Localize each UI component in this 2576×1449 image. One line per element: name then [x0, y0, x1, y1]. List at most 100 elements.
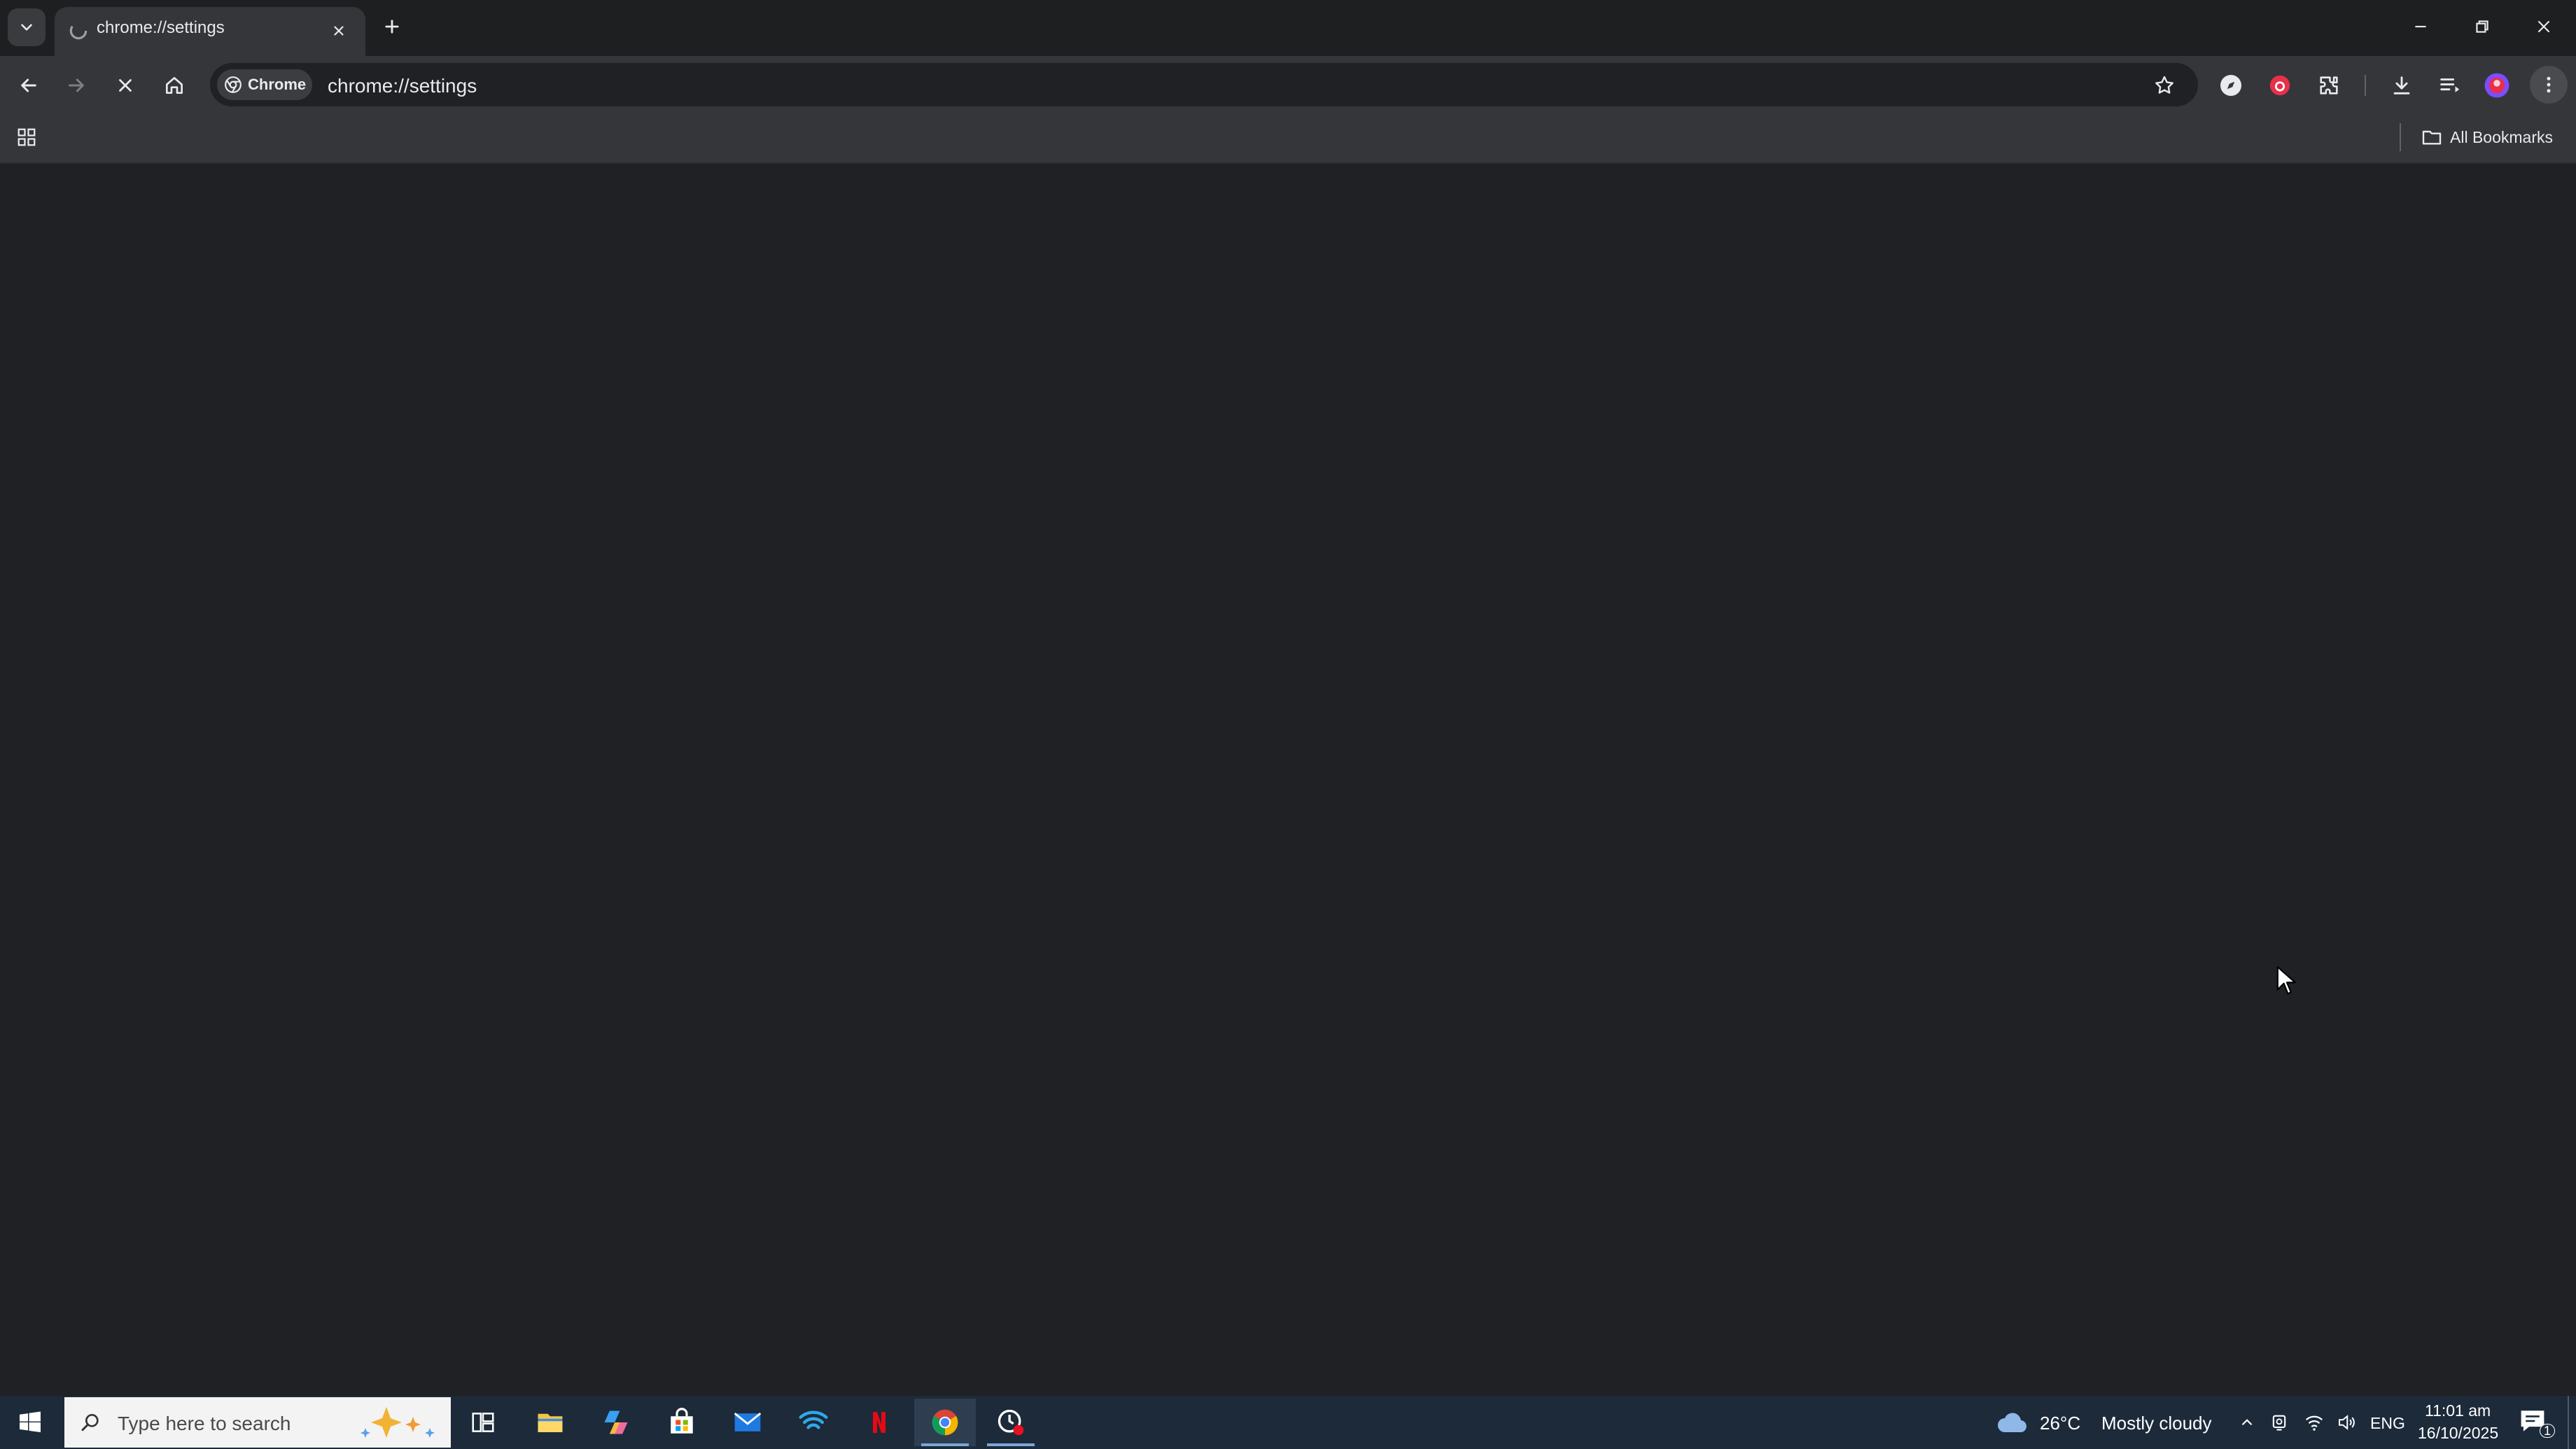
stop-loading-button[interactable]: [109, 69, 141, 102]
search-icon: [81, 1414, 99, 1432]
screen: chrome://settings Chrome chrome://settin…: [0, 0, 2576, 1449]
volume-button[interactable]: [2334, 1410, 2359, 1435]
bookmarks-bar: All Bookmarks: [0, 113, 2576, 164]
clock-date: 16/10/2025: [2418, 1424, 2499, 1442]
reading-list-button[interactable]: [2433, 69, 2465, 102]
speaker-icon: [2339, 1415, 2355, 1430]
copilot-icon: [604, 1410, 628, 1434]
close-window-button[interactable]: [2523, 10, 2565, 43]
minimize-button[interactable]: [2400, 10, 2442, 43]
active-app-indicator: [921, 1443, 969, 1446]
microsoft-store-button[interactable]: [651, 1399, 713, 1446]
task-view-icon: [472, 1413, 494, 1432]
chrome-menu-button[interactable]: [2530, 66, 2568, 104]
page-content[interactable]: [0, 164, 2576, 1396]
home-button[interactable]: [158, 69, 190, 102]
clock-time: 11:01 am: [2425, 1401, 2491, 1420]
loading-favicon-icon: [69, 22, 88, 40]
all-bookmarks-label: All Bookmarks: [2450, 127, 2553, 146]
star-icon: [2155, 76, 2174, 94]
site-info-label: Chrome: [248, 76, 307, 93]
toolbar-divider: [2365, 75, 2366, 96]
task-view-button[interactable]: [452, 1399, 514, 1446]
close-icon: [119, 79, 132, 92]
compass-extension-button[interactable]: [2215, 69, 2247, 102]
weather-temperature[interactable]: 26°C: [2040, 1413, 2080, 1434]
puzzle-icon: [2320, 76, 2338, 94]
back-button[interactable]: [13, 69, 45, 102]
wifi-app-icon: [799, 1410, 828, 1429]
clock[interactable]: 11:01 am 16/10/2025: [2412, 1400, 2499, 1445]
show-desktop-button[interactable]: [2568, 1396, 2569, 1449]
close-icon: [2538, 20, 2550, 33]
start-button[interactable]: [0, 1396, 60, 1449]
cloud-icon: [1998, 1413, 2026, 1432]
restore-button[interactable]: [2461, 10, 2503, 43]
store-bag-icon: [671, 1408, 693, 1434]
tab-strip: chrome://settings: [0, 0, 2576, 56]
network-button[interactable]: [2302, 1410, 2327, 1435]
arrow-right-icon: [69, 78, 84, 92]
apps-grid-icon: [18, 128, 36, 146]
chevron-up-icon: [2241, 1419, 2253, 1426]
profile-avatar-button[interactable]: [2481, 69, 2513, 102]
arrow-left-icon: [21, 78, 36, 92]
restore-icon: [2476, 20, 2488, 33]
notification-count: 1: [2540, 1424, 2556, 1438]
wifi-app-button[interactable]: [783, 1399, 844, 1446]
plus-icon: [385, 20, 399, 34]
downloads-button[interactable]: [2386, 69, 2418, 102]
address-bar[interactable]: Chrome chrome://settings: [210, 63, 2198, 106]
sparkle-icon: [360, 1407, 435, 1438]
bookmarks-divider: [2400, 123, 2401, 151]
mail-icon: [734, 1413, 762, 1432]
extension-badge-icon: [2269, 75, 2290, 96]
close-icon: [334, 26, 344, 36]
chevron-down-icon: [21, 24, 32, 31]
show-hidden-icons-button[interactable]: [2234, 1410, 2260, 1435]
wifi-icon: [2305, 1415, 2323, 1431]
netflix-button[interactable]: [848, 1399, 910, 1446]
folder-icon: [538, 1413, 563, 1432]
toolbar: Chrome chrome://settings: [0, 56, 2576, 113]
folder-icon: [2422, 130, 2442, 145]
netflix-icon: [873, 1412, 886, 1433]
file-explorer-button[interactable]: [519, 1399, 581, 1446]
avatar-icon: [2484, 73, 2510, 98]
search-placeholder: Type here to search: [118, 1413, 291, 1434]
input-language[interactable]: ENG: [2370, 1414, 2405, 1433]
meet-now-button[interactable]: [2267, 1410, 2292, 1435]
clock-record-icon: [997, 1409, 1024, 1436]
extensions-button[interactable]: [2313, 69, 2345, 102]
new-tab-button[interactable]: [378, 13, 406, 41]
running-app-indicator: [987, 1443, 1035, 1446]
weather-widget[interactable]: [1996, 1407, 2030, 1438]
more-vertical-icon: [2547, 76, 2551, 93]
weather-condition[interactable]: Mostly cloudy: [2101, 1413, 2212, 1434]
minimize-icon: [2415, 25, 2426, 28]
site-info-chip[interactable]: Chrome: [217, 69, 312, 100]
taskbar-search-box[interactable]: Type here to search: [64, 1397, 451, 1448]
action-center-button[interactable]: 1: [2519, 1408, 2556, 1438]
recording-app-button[interactable]: [980, 1399, 1042, 1446]
url-text[interactable]: chrome://settings: [328, 75, 477, 97]
media-queue-icon: [2440, 78, 2460, 92]
tab-title: chrome://settings: [97, 18, 225, 37]
windows-taskbar: Type here to search 26°C Mostly cloudy E…: [0, 1396, 2576, 1449]
copilot-button[interactable]: [585, 1399, 647, 1446]
tab-settings[interactable]: chrome://settings: [55, 7, 365, 56]
chrome-logo-icon: [225, 76, 241, 93]
windows-logo-icon: [20, 1411, 41, 1433]
all-bookmarks-button[interactable]: All Bookmarks: [2421, 123, 2553, 151]
chrome-taskbar-button[interactable]: [914, 1399, 976, 1446]
tab-close-button[interactable]: [326, 18, 351, 43]
mail-button[interactable]: [717, 1399, 778, 1446]
tab-search-button[interactable]: [8, 8, 46, 46]
apps-button[interactable]: [13, 123, 41, 151]
chrome-logo-icon: [932, 1409, 958, 1436]
bookmark-star-button[interactable]: [2150, 71, 2178, 99]
download-icon: [2393, 76, 2410, 94]
mouse-cursor-icon: [2276, 966, 2296, 995]
forward-button[interactable]: [60, 69, 92, 102]
red-extension-button[interactable]: [2264, 69, 2296, 102]
